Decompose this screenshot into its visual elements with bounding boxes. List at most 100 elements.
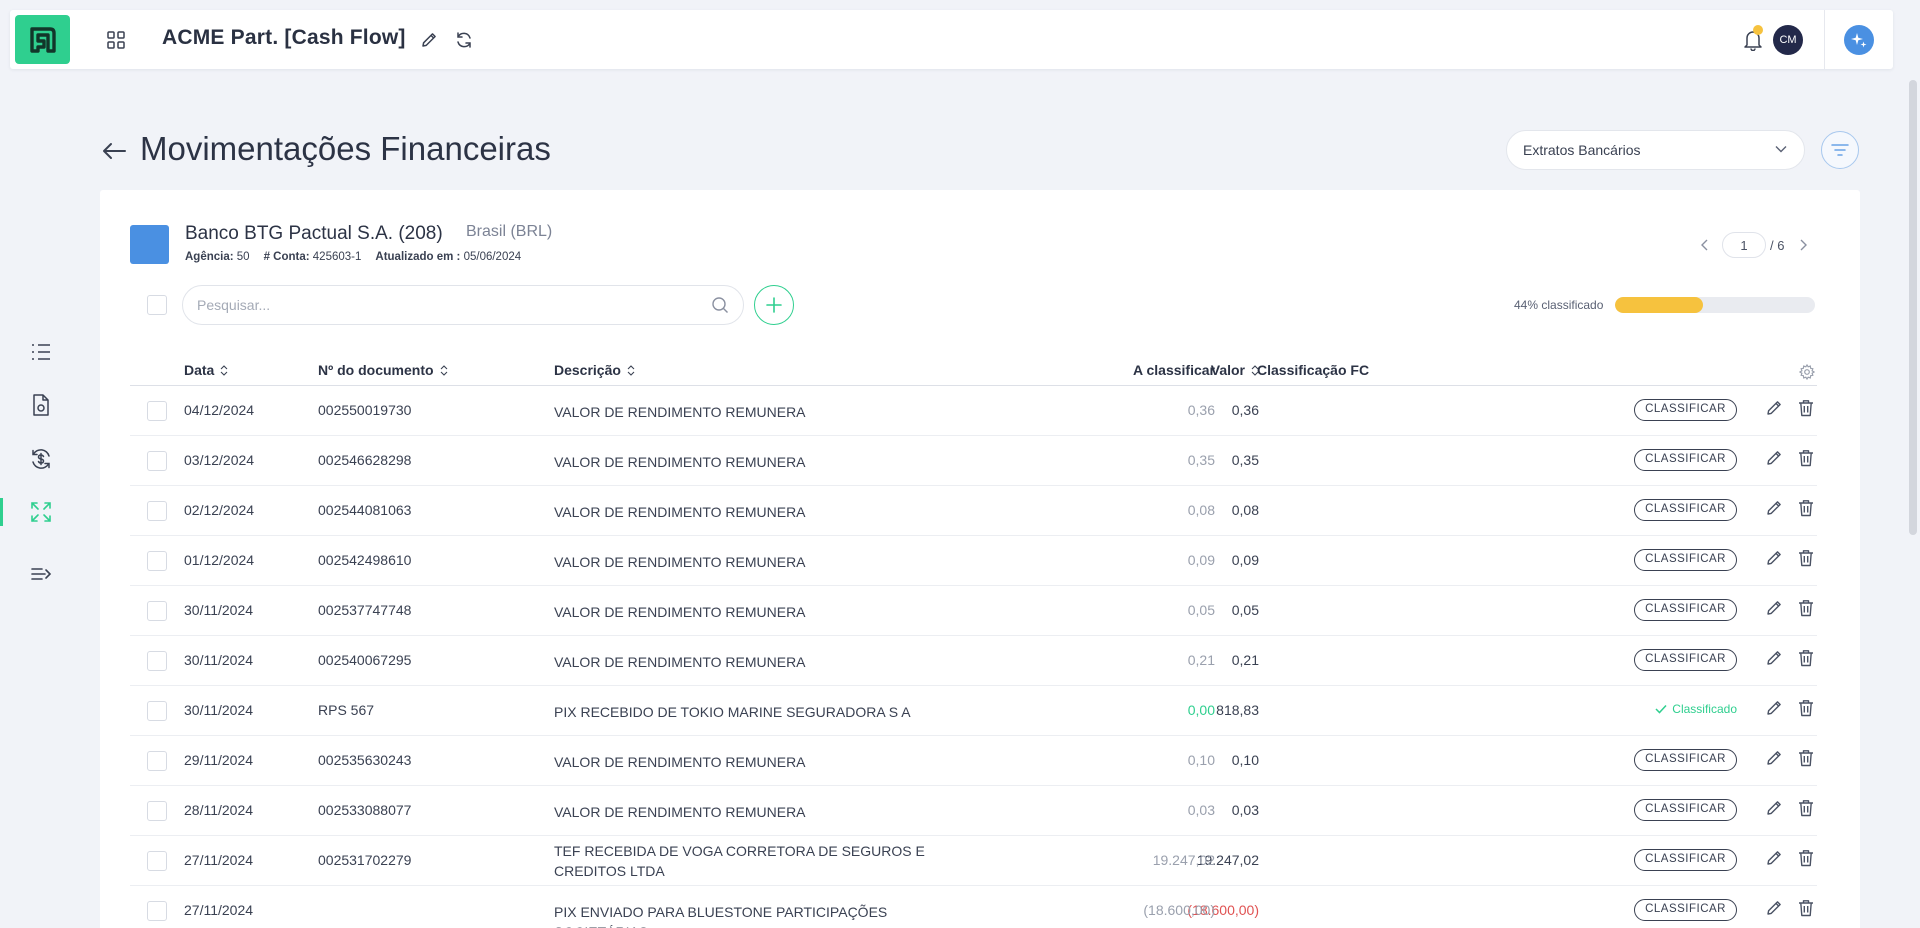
delete-trash-icon[interactable] xyxy=(1798,549,1814,570)
delete-trash-icon[interactable] xyxy=(1798,399,1814,420)
top-bar: ACME Part. [Cash Flow] CM xyxy=(10,10,1893,69)
classify-button[interactable]: CLASSIFICAR xyxy=(1634,599,1737,621)
back-arrow-icon[interactable] xyxy=(100,137,128,165)
table-row[interactable]: 27/11/2024 PIX ENVIADO PARA BLUESTONE PAR… xyxy=(130,886,1817,928)
sidebar-list-icon[interactable] xyxy=(27,338,55,366)
pager-current-input[interactable]: 1 xyxy=(1722,232,1766,258)
page-scrollbar[interactable] xyxy=(1909,80,1917,535)
select-all-checkbox[interactable] xyxy=(147,295,167,315)
sort-icon[interactable] xyxy=(440,364,448,376)
classify-button[interactable]: CLASSIFICAR xyxy=(1634,549,1737,571)
row-date: 01/12/2024 xyxy=(184,552,255,568)
sort-icon[interactable] xyxy=(627,364,635,376)
user-avatar[interactable]: CM xyxy=(1773,25,1803,55)
row-checkbox[interactable] xyxy=(147,651,167,671)
edit-pencil-icon[interactable] xyxy=(1765,849,1783,870)
row-checkbox[interactable] xyxy=(147,801,167,821)
table-row[interactable]: 30/11/2024 002540067295 VALOR DE RENDIMENT… xyxy=(130,636,1817,686)
filter-button[interactable] xyxy=(1821,131,1859,169)
row-a-classificar: 0,03 xyxy=(1187,802,1215,818)
delete-trash-icon[interactable] xyxy=(1798,799,1814,820)
classify-button[interactable]: CLASSIFICAR xyxy=(1634,899,1737,921)
app-logo[interactable] xyxy=(15,15,70,64)
sidebar-cashflow-icon[interactable] xyxy=(27,445,55,473)
delete-trash-icon[interactable] xyxy=(1798,599,1814,620)
classify-button[interactable]: CLASSIFICAR xyxy=(1634,649,1737,671)
row-valor: 0,10 xyxy=(1231,752,1259,768)
delete-trash-icon[interactable] xyxy=(1798,749,1814,770)
add-transaction-button[interactable] xyxy=(754,285,794,325)
row-checkbox[interactable] xyxy=(147,601,167,621)
edit-pencil-icon[interactable] xyxy=(1765,899,1783,920)
classify-button[interactable]: CLASSIFICAR xyxy=(1634,399,1737,421)
edit-title-pencil-icon[interactable] xyxy=(418,29,440,51)
edit-pencil-icon[interactable] xyxy=(1765,649,1783,670)
col-header-data[interactable]: Data xyxy=(184,362,228,378)
col-header-valor[interactable]: Valor xyxy=(1211,362,1259,378)
row-checkbox[interactable] xyxy=(147,851,167,871)
edit-pencil-icon[interactable] xyxy=(1765,749,1783,770)
classify-button[interactable]: CLASSIFICAR xyxy=(1634,499,1737,521)
sort-icon[interactable] xyxy=(220,364,228,376)
table-row[interactable]: 02/12/2024 002544081063 VALOR DE RENDIMENT… xyxy=(130,486,1817,536)
pager-prev-icon[interactable] xyxy=(1700,239,1710,251)
column-settings-gear-icon[interactable] xyxy=(1799,364,1815,380)
delete-trash-icon[interactable] xyxy=(1798,649,1814,670)
table-row[interactable]: 30/11/2024 002537747748 VALOR DE RENDIMENT… xyxy=(130,586,1817,636)
col-header-descricao[interactable]: Descrição xyxy=(554,362,635,378)
search-field xyxy=(182,285,744,325)
search-icon[interactable] xyxy=(711,296,729,314)
classify-button[interactable]: CLASSIFICAR xyxy=(1634,749,1737,771)
row-checkbox[interactable] xyxy=(147,451,167,471)
delete-trash-icon[interactable] xyxy=(1798,699,1814,720)
edit-pencil-icon[interactable] xyxy=(1765,799,1783,820)
logo-icon xyxy=(29,26,56,53)
row-checkbox[interactable] xyxy=(147,401,167,421)
delete-trash-icon[interactable] xyxy=(1798,899,1814,920)
edit-pencil-icon[interactable] xyxy=(1765,499,1783,520)
table-row[interactable]: 01/12/2024 002542498610 VALOR DE RENDIMENT… xyxy=(130,536,1817,586)
table-row[interactable]: 04/12/2024 002550019730 VALOR DE RENDIMENT… xyxy=(130,386,1817,436)
search-input[interactable] xyxy=(197,297,677,313)
delete-trash-icon[interactable] xyxy=(1798,449,1814,470)
row-a-classificar: (18.600,00) xyxy=(1143,902,1215,918)
row-checkbox[interactable] xyxy=(147,551,167,571)
row-a-classificar: 0,10 xyxy=(1187,752,1215,768)
table-row[interactable]: 03/12/2024 002546628298 VALOR DE RENDIMENT… xyxy=(130,436,1817,486)
classify-button[interactable]: CLASSIFICAR xyxy=(1634,849,1737,871)
row-checkbox[interactable] xyxy=(147,501,167,521)
row-checkbox[interactable] xyxy=(147,751,167,771)
row-valor: 818,83 xyxy=(1216,702,1259,718)
agencia-value: 50 xyxy=(236,251,250,263)
table-row[interactable]: 30/11/2024 RPS 567 PIX RECEBIDO DE TOKIO M… xyxy=(130,686,1817,736)
sidebar-reconcile-icon[interactable] xyxy=(27,498,55,526)
row-valor: 0,36 xyxy=(1231,402,1259,418)
apps-grid-icon[interactable] xyxy=(105,29,127,51)
classify-button[interactable]: CLASSIFICAR xyxy=(1634,449,1737,471)
edit-pencil-icon[interactable] xyxy=(1765,399,1783,420)
statement-source-select[interactable]: Extratos Bancários xyxy=(1506,130,1805,170)
edit-pencil-icon[interactable] xyxy=(1765,599,1783,620)
pager-next-icon[interactable] xyxy=(1798,239,1808,251)
table-row[interactable]: 27/11/2024 002531702279 TEF RECEBIDA DE VO… xyxy=(130,836,1817,886)
delete-trash-icon[interactable] xyxy=(1798,849,1814,870)
edit-pencil-icon[interactable] xyxy=(1765,449,1783,470)
row-checkbox[interactable] xyxy=(147,701,167,721)
edit-pencil-icon[interactable] xyxy=(1765,549,1783,570)
notifications-bell-icon[interactable] xyxy=(1741,25,1765,52)
classify-button[interactable]: CLASSIFICAR xyxy=(1634,799,1737,821)
table-row[interactable]: 28/11/2024 002533088077 VALOR DE RENDIMENT… xyxy=(130,786,1817,836)
sidebar-collapse-icon[interactable] xyxy=(27,560,55,588)
table-row[interactable]: 29/11/2024 002535630243 VALOR DE RENDIMENT… xyxy=(130,736,1817,786)
edit-pencil-icon[interactable] xyxy=(1765,699,1783,720)
sidebar-document-icon[interactable] xyxy=(27,391,55,419)
ai-assistant-button[interactable] xyxy=(1844,25,1874,55)
row-a-classificar: 19.247,02 xyxy=(1152,852,1215,868)
row-checkbox[interactable] xyxy=(147,901,167,921)
transactions-table-body: 04/12/2024 002550019730 VALOR DE RENDIMENT… xyxy=(130,386,1817,928)
row-document-number: 002544081063 xyxy=(318,502,412,518)
delete-trash-icon[interactable] xyxy=(1798,499,1814,520)
refresh-icon[interactable] xyxy=(453,29,475,51)
col-header-documento[interactable]: Nº do documento xyxy=(318,362,448,378)
chevron-down-icon xyxy=(1775,146,1787,153)
